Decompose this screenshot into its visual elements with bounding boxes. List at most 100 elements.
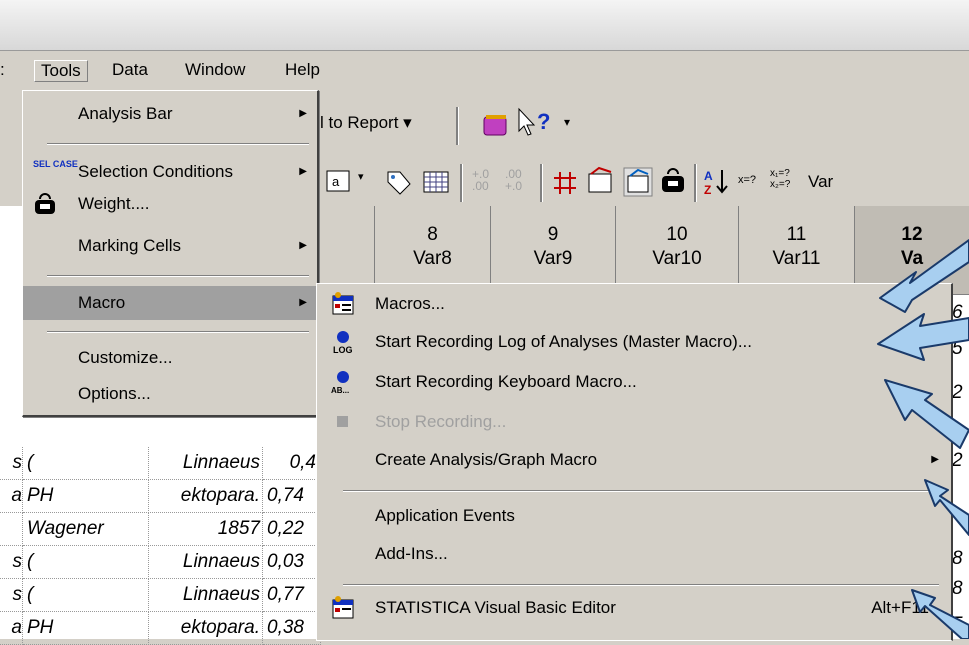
menu-item-macros[interactable]: Macros... <box>317 286 951 322</box>
weight-icon <box>35 193 55 214</box>
table-cell[interactable]: Linnaeus <box>148 546 263 579</box>
column-header[interactable]: 9 Var9 <box>491 206 616 295</box>
table-cell[interactable]: 0,74 <box>263 480 321 513</box>
menu-item-label: Create Analysis/Graph Macro <box>375 450 598 469</box>
menu-divider <box>343 584 939 586</box>
menu-item-create-analysis-macro[interactable]: Create Analysis/Graph Macro ▶ <box>317 442 951 478</box>
menu-item-add-ins[interactable]: Add-Ins... <box>317 536 951 572</box>
menu-item-customize[interactable]: Customize... <box>23 343 317 373</box>
table-cell[interactable]: 5 <box>952 614 963 636</box>
table-cell[interactable]: 6 <box>952 302 963 324</box>
weight-icon[interactable] <box>658 166 688 196</box>
grid-view-icon[interactable] <box>420 166 452 198</box>
table-cell[interactable]: ( <box>23 546 149 579</box>
menu-item-analysis-bar[interactable]: Analysis Bar ▶ <box>23 99 317 129</box>
column-header[interactable]: 11 Var11 <box>739 206 855 295</box>
menu-data[interactable]: Data <box>112 60 148 80</box>
column-number: 9 <box>547 224 559 245</box>
menu-item-label: Selection Conditions <box>78 162 233 181</box>
menu-divider <box>47 143 309 145</box>
column-header[interactable]: 8 Var8 <box>375 206 491 295</box>
menu-window[interactable]: Window <box>185 60 245 80</box>
marking-icon[interactable] <box>550 168 580 198</box>
window-title-bar <box>0 0 969 51</box>
table-cell[interactable]: Linnaeus <box>148 447 263 480</box>
column-header-selected[interactable]: 12 Va <box>855 206 969 295</box>
submenu-arrow-icon: ▶ <box>299 108 307 119</box>
table-cell[interactable]: ektopara. <box>148 612 263 645</box>
table-cell[interactable] <box>0 513 23 546</box>
menu-help[interactable]: Help <box>285 60 320 80</box>
column-number: 10 <box>666 224 688 245</box>
table-cell[interactable]: Wagener <box>23 513 149 546</box>
table-cell[interactable]: 8 <box>952 548 963 570</box>
menu-bar: : Tools Data Window Help <box>0 51 969 91</box>
tag-icon[interactable] <box>382 166 414 198</box>
menu-tools[interactable]: Tools <box>34 60 88 82</box>
table-cell[interactable]: 5 <box>952 338 963 360</box>
decrease-decimal-icon[interactable]: .00 +.0 <box>505 168 522 192</box>
table-cell[interactable]: 2 <box>952 450 963 472</box>
increase-decimal-icon[interactable]: +.0.00 <box>472 168 489 192</box>
menu-item-selection-conditions[interactable]: SEL CASE Selection Conditions ▶ <box>23 157 317 187</box>
table-cell[interactable]: 0,22 <box>263 513 321 546</box>
table-cell[interactable]: 2 <box>952 382 963 404</box>
table-cell[interactable]: 1857 <box>148 513 263 546</box>
table-cell[interactable]: a <box>0 480 23 513</box>
table-cell[interactable]: 0,03 <box>263 546 321 579</box>
record-log-icon: LOG <box>333 331 353 354</box>
column-header[interactable]: 10 Var10 <box>616 206 739 295</box>
table-cell[interactable]: 0,77 <box>263 579 321 612</box>
table-cell[interactable]: PH <box>23 612 149 645</box>
menu-item-stop-recording[interactable]: Stop Recording... <box>317 404 951 440</box>
toolbar-report: l to Report ▾ ? ▾ <box>310 95 969 155</box>
replace-icon[interactable]: x=? <box>738 174 756 186</box>
add-to-report-button[interactable]: l to Report ▾ <box>320 113 412 133</box>
menu-item-start-recording-keyboard[interactable]: AB... Start Recording Keyboard Macro... <box>317 364 951 400</box>
menu-item-label: Analysis Bar <box>78 104 173 123</box>
book-icon[interactable] <box>480 109 512 141</box>
table-cell[interactable]: a <box>0 612 23 645</box>
column-var-name: Var9 <box>533 248 573 269</box>
case-states-active-icon[interactable] <box>622 166 654 198</box>
table-cell[interactable]: ( <box>23 447 149 480</box>
menu-item-macro[interactable]: Macro ▶ <box>23 286 317 320</box>
menu-divider <box>47 275 309 277</box>
table-cell[interactable]: ektopara. <box>148 480 263 513</box>
menu-item-vb-editor[interactable]: STATISTICA Visual Basic Editor Alt+F11 <box>317 590 951 626</box>
menu-item-marking-cells[interactable]: Marking Cells ▶ <box>23 231 317 261</box>
vars-button[interactable]: Var <box>808 172 833 192</box>
table-cell[interactable]: 8 <box>952 578 963 600</box>
table-cell[interactable]: 0,38 <box>263 612 321 645</box>
svg-text:A: A <box>704 169 713 183</box>
menu-item-start-recording-log[interactable]: LOG Start Recording Log of Analyses (Mas… <box>317 324 951 360</box>
chevron-down-icon[interactable]: ▾ <box>358 170 364 183</box>
menu-item-label: Add-Ins... <box>375 544 448 563</box>
menu-item-weight[interactable]: Weight.... <box>23 189 317 219</box>
table-cell[interactable]: Linnaeus <box>148 579 263 612</box>
table-cell[interactable]: PH <box>23 480 149 513</box>
table-cell[interactable]: s <box>0 546 23 579</box>
table-cell[interactable]: s <box>0 579 23 612</box>
column-number: 12 <box>901 224 923 245</box>
macro-submenu: Macros... LOG Start Recording Log of Ana… <box>316 283 953 641</box>
add-to-report-label: l to Report <box>320 113 399 132</box>
menu-divider <box>343 490 939 492</box>
menu-item-label: Start Recording Keyboard Macro... <box>375 372 637 391</box>
case-states-icon[interactable] <box>585 166 617 198</box>
help-pointer-icon[interactable]: ? <box>515 107 563 141</box>
submenu-arrow-icon: ▶ <box>299 166 307 177</box>
menu-item-label: Application Events <box>375 506 515 525</box>
chevron-down-icon[interactable]: ▾ <box>564 115 570 129</box>
recode-icon[interactable]: x₁=? x₂=? <box>770 168 790 190</box>
table-cell[interactable]: ( <box>23 579 149 612</box>
text-box-icon[interactable]: a <box>324 168 354 194</box>
menu-item-application-events[interactable]: Application Events <box>317 498 951 534</box>
tools-menu: Analysis Bar ▶ SEL CASE Selection Condit… <box>22 90 319 417</box>
column-var-name: Var11 <box>772 248 821 269</box>
record-keyboard-icon: AB... <box>331 371 349 394</box>
table-cell[interactable]: s <box>0 447 23 480</box>
sort-az-icon[interactable]: A Z <box>702 166 732 198</box>
menu-item-options[interactable]: Options... <box>23 379 317 409</box>
menu-item-label: STATISTICA Visual Basic Editor <box>375 598 616 617</box>
